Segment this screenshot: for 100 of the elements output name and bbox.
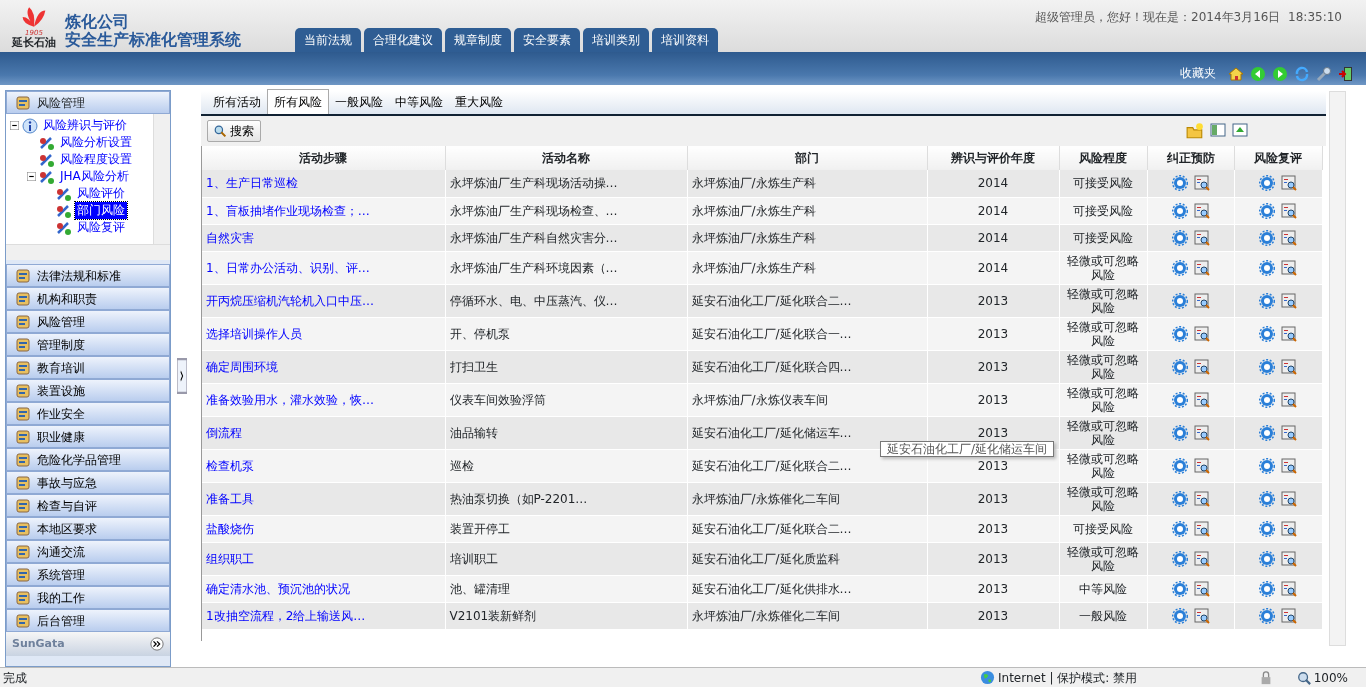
sidebar-menu-item[interactable]: 职业健康	[6, 425, 170, 448]
gear-icon[interactable]	[1259, 580, 1275, 597]
report-icon[interactable]	[1281, 292, 1297, 309]
sidebar-menu-item[interactable]: 后台管理	[6, 609, 170, 632]
report-icon[interactable]	[1193, 259, 1210, 276]
report-icon[interactable]	[1281, 259, 1297, 276]
content-tab[interactable]: 重大风险	[449, 90, 509, 114]
gear-icon[interactable]	[1171, 457, 1188, 474]
sidebar-menu-item[interactable]: 检查与自评	[6, 494, 170, 517]
report-icon[interactable]	[1281, 550, 1297, 567]
report-icon[interactable]	[1193, 424, 1210, 441]
gear-icon[interactable]	[1259, 457, 1275, 474]
report-icon[interactable]	[1281, 490, 1297, 507]
gear-icon[interactable]	[1259, 175, 1275, 192]
report-icon[interactable]	[1193, 490, 1210, 507]
sidebar-menu-item[interactable]: 风险管理	[6, 310, 170, 333]
gear-icon[interactable]	[1259, 259, 1275, 276]
gear-icon[interactable]	[1259, 607, 1275, 624]
tree-item[interactable]: 部门风险	[75, 202, 127, 219]
gear-icon[interactable]	[1259, 490, 1275, 507]
gear-icon[interactable]	[1259, 520, 1275, 537]
nav-tab[interactable]: 规章制度	[445, 28, 511, 52]
report-icon[interactable]	[1281, 457, 1297, 474]
report-icon[interactable]	[1193, 292, 1210, 309]
gear-icon[interactable]	[1259, 325, 1275, 342]
report-icon[interactable]	[1193, 580, 1210, 597]
search-button[interactable]: 搜索	[207, 120, 261, 142]
collapse-icon[interactable]	[10, 121, 19, 130]
expand-icon[interactable]	[150, 637, 164, 651]
gear-icon[interactable]	[1259, 202, 1275, 219]
activity-link[interactable]: 自然灾害	[206, 230, 254, 245]
report-icon[interactable]	[1193, 202, 1210, 219]
gear-icon[interactable]	[1171, 550, 1188, 567]
horizontal-scrollbar[interactable]	[6, 244, 170, 260]
refresh-icon[interactable]	[1294, 66, 1310, 82]
back-icon[interactable]	[1250, 66, 1266, 82]
activity-link[interactable]: 确定周围环境	[206, 359, 278, 374]
favorites-link[interactable]: 收藏夹	[1180, 64, 1216, 82]
sidebar-menu-item[interactable]: 管理制度	[6, 333, 170, 356]
content-tab[interactable]: 中等风险	[389, 90, 449, 114]
gear-icon[interactable]	[1259, 424, 1275, 441]
zoom-icon[interactable]	[1296, 670, 1311, 685]
gear-icon[interactable]	[1171, 391, 1188, 408]
gear-icon[interactable]	[1171, 229, 1188, 246]
vertical-scrollbar[interactable]	[1329, 91, 1346, 646]
folder-icon[interactable]	[1186, 122, 1204, 140]
tree-item[interactable]: 风险程度设置	[58, 151, 134, 168]
report-icon[interactable]	[1193, 457, 1210, 474]
gear-icon[interactable]	[1171, 202, 1188, 219]
tree-item[interactable]: 风险辨识与评价	[41, 117, 129, 134]
home-icon[interactable]	[1228, 66, 1244, 82]
report-icon[interactable]	[1193, 175, 1210, 192]
report-icon[interactable]	[1281, 325, 1297, 342]
activity-link[interactable]: 盐酸烧伤	[206, 521, 254, 536]
report-icon[interactable]	[1281, 607, 1297, 624]
tree-item[interactable]: 风险复评	[75, 219, 127, 236]
content-tab[interactable]: 所有风险	[267, 89, 329, 114]
sidebar-menu-item[interactable]: 教育培训	[6, 356, 170, 379]
sidebar-menu-item[interactable]: 本地区要求	[6, 517, 170, 540]
report-icon[interactable]	[1281, 358, 1297, 375]
sidebar-menu-item[interactable]: 系统管理	[6, 563, 170, 586]
sidebar-menu-item[interactable]: 作业安全	[6, 402, 170, 425]
gear-icon[interactable]	[1259, 229, 1275, 246]
gear-icon[interactable]	[1171, 358, 1188, 375]
activity-link[interactable]: 倒流程	[206, 425, 242, 440]
exit-icon[interactable]	[1338, 66, 1354, 82]
report-icon[interactable]	[1193, 607, 1210, 624]
vertical-scrollbar[interactable]	[153, 114, 170, 244]
nav-tab[interactable]: 安全要素	[514, 28, 580, 52]
tree-item[interactable]: 风险分析设置	[58, 134, 134, 151]
sidebar-menu-item[interactable]: 沟通交流	[6, 540, 170, 563]
gear-icon[interactable]	[1171, 259, 1188, 276]
gear-icon[interactable]	[1259, 292, 1275, 309]
sidebar-menu-item[interactable]: 我的工作	[6, 586, 170, 609]
gear-icon[interactable]	[1171, 292, 1188, 309]
gear-icon[interactable]	[1171, 424, 1188, 441]
content-tab[interactable]: 所有活动	[207, 90, 267, 114]
nav-tab[interactable]: 培训资料	[652, 28, 718, 52]
nav-tab[interactable]: 培训类别	[583, 28, 649, 52]
report-icon[interactable]	[1193, 520, 1210, 537]
report-icon[interactable]	[1193, 358, 1210, 375]
export-icon[interactable]	[1210, 122, 1226, 138]
report-icon[interactable]	[1281, 424, 1297, 441]
gear-icon[interactable]	[1171, 607, 1188, 624]
panel-header[interactable]: 风险管理	[6, 91, 170, 114]
sidebar-menu-item[interactable]: 法律法规和标准	[6, 264, 170, 287]
nav-tab[interactable]: 当前法规	[295, 28, 361, 52]
gear-icon[interactable]	[1259, 550, 1275, 567]
gear-icon[interactable]	[1171, 325, 1188, 342]
import-icon[interactable]	[1232, 122, 1248, 138]
sidebar-menu-item[interactable]: 装置设施	[6, 379, 170, 402]
report-icon[interactable]	[1193, 229, 1210, 246]
content-tab[interactable]: 一般风险	[329, 90, 389, 114]
report-icon[interactable]	[1281, 202, 1297, 219]
collapse-icon[interactable]	[27, 172, 36, 181]
zoom-level[interactable]: 100%	[1313, 668, 1348, 687]
gear-icon[interactable]	[1259, 391, 1275, 408]
report-icon[interactable]	[1193, 325, 1210, 342]
activity-link[interactable]: 准备工具	[206, 491, 254, 506]
report-icon[interactable]	[1281, 175, 1297, 192]
